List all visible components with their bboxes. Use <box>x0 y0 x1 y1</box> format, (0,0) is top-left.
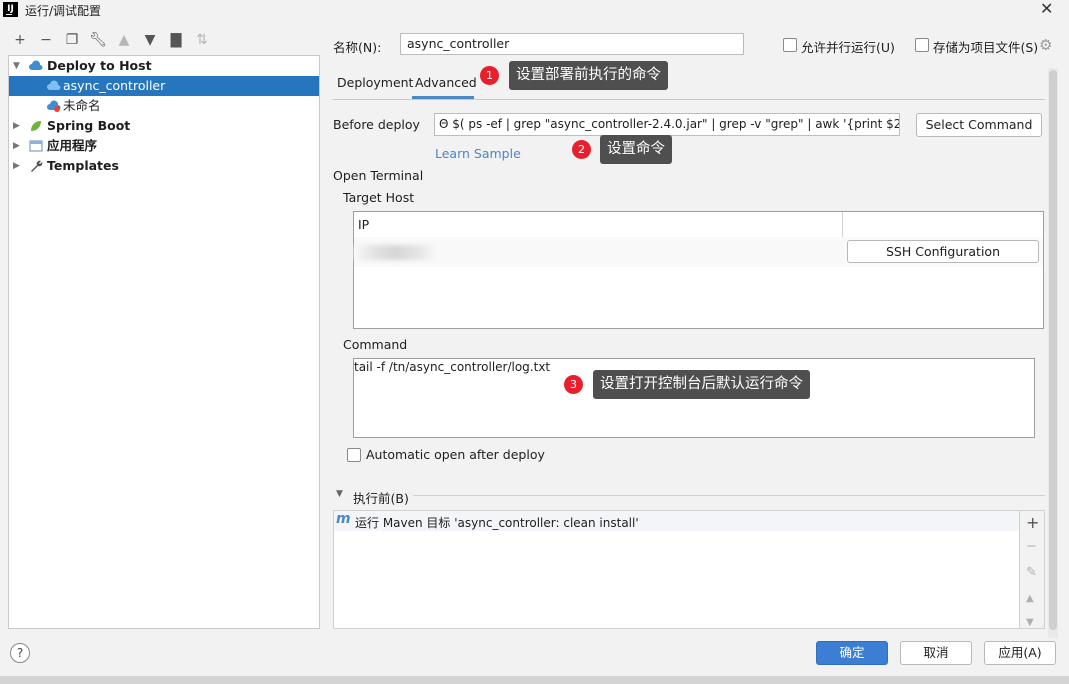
tree-item-templates[interactable]: ▶ Templates <box>9 156 319 176</box>
column-divider <box>842 212 843 237</box>
before-deploy-input[interactable]: Θ $( ps -ef | grep "async_controller-2.4… <box>434 113 900 136</box>
cloud-upload-icon <box>29 60 43 70</box>
name-label: 名称(N): <box>333 40 382 55</box>
command-text: tail -f /tn/async_controller/log.txt <box>354 360 551 374</box>
tabs-divider <box>333 99 1045 100</box>
move-down-icon[interactable]: ▼ <box>1026 617 1034 628</box>
chevron-down-icon[interactable]: ▼ <box>336 489 343 499</box>
move-down-icon[interactable]: ▼ <box>141 32 159 48</box>
application-window-icon <box>29 140 43 152</box>
cloud-error-icon <box>47 100 61 112</box>
tree-item-deploy-to-host[interactable]: ▼ Deploy to Host <box>9 56 319 76</box>
tree-item-label: async_controller <box>63 78 166 93</box>
gear-icon[interactable]: ⚙ <box>1039 36 1052 54</box>
sort-icon[interactable]: ⇅ <box>193 32 211 48</box>
name-input[interactable]: async_controller <box>400 33 744 55</box>
edit-pencil-icon[interactable]: ✎ <box>1026 565 1037 580</box>
annotation-tooltip-2: 设置命令 <box>600 135 672 164</box>
ip-column-header: IP <box>358 217 370 232</box>
before-launch-title: 执行前(B) <box>353 491 409 506</box>
before-launch-list: m 运行 Maven 目标 'async_controller: clean i… <box>333 510 1020 629</box>
list-item[interactable]: m 运行 Maven 目标 'async_controller: clean i… <box>334 511 1019 531</box>
store-as-file-checkbox[interactable] <box>915 38 929 52</box>
section-divider <box>413 495 1045 496</box>
move-up-icon[interactable]: ▲ <box>115 32 133 48</box>
annotation-badge-1: 1 <box>480 66 499 85</box>
learn-sample-link[interactable]: Learn Sample <box>435 146 521 161</box>
config-tree: ▼ Deploy to Host async_controller 未命名 ▶ … <box>8 55 320 629</box>
help-icon[interactable]: ? <box>10 643 30 663</box>
select-command-button[interactable]: Select Command <box>916 113 1042 137</box>
ssh-configuration-button[interactable]: SSH Configuration <box>847 240 1039 263</box>
before-launch-item-label: 运行 Maven 目标 'async_controller: clean ins… <box>355 516 639 530</box>
move-up-icon[interactable]: ▲ <box>1026 593 1034 604</box>
store-as-file-label: 存储为项目文件(S) <box>933 40 1039 55</box>
tree-item-application[interactable]: ▶ 应用程序 <box>9 136 319 156</box>
scrollbar-thumb[interactable] <box>1049 70 1057 630</box>
remove-icon[interactable]: − <box>37 32 55 48</box>
host-table: IP SSH Configuration <box>353 211 1044 329</box>
window-bottom-edge <box>0 676 1069 684</box>
maven-icon: m <box>336 511 351 527</box>
wrench-icon <box>31 160 43 172</box>
title-bar: IJ 运行/调试配置 ✕ <box>0 0 1069 20</box>
tree-item-label: 应用程序 <box>47 138 98 153</box>
cloud-upload-icon <box>47 80 61 90</box>
tree-item-label: Spring Boot <box>47 118 131 133</box>
allow-parallel-checkbox[interactable] <box>783 38 797 52</box>
auto-open-checkbox[interactable] <box>347 448 361 462</box>
auto-open-label: Automatic open after deploy <box>366 447 545 462</box>
tab-deployment[interactable]: Deployment <box>337 75 413 90</box>
annotation-tooltip-1: 设置部署前执行的命令 <box>509 61 668 90</box>
ok-button[interactable]: 确定 <box>816 641 888 665</box>
window-title: 运行/调试配置 <box>25 4 102 18</box>
redacted-ip <box>354 245 438 260</box>
chevron-right-icon[interactable]: ▶ <box>13 136 20 156</box>
annotation-badge-2: 2 <box>572 140 591 159</box>
tree-item-label: Templates <box>47 158 119 173</box>
host-table-header: IP <box>354 212 1043 238</box>
chevron-right-icon[interactable]: ▶ <box>13 116 20 136</box>
tree-item-async-controller[interactable]: async_controller <box>9 76 319 96</box>
chevron-down-icon[interactable]: ▼ <box>13 56 20 76</box>
folder-icon[interactable]: ▇ <box>167 32 185 48</box>
target-host-label: Target Host <box>343 190 415 205</box>
annotation-badge-3: 3 <box>564 375 583 394</box>
copy-icon[interactable]: ❐ <box>63 32 81 48</box>
allow-parallel-label: 允许并行运行(U) <box>801 40 895 55</box>
annotation-tooltip-3: 设置打开控制台后默认运行命令 <box>593 370 810 399</box>
command-label: Command <box>343 337 408 352</box>
tree-item-spring-boot[interactable]: ▶ Spring Boot <box>9 116 319 136</box>
tab-advanced[interactable]: Advanced <box>415 75 477 90</box>
tree-item-label: 未命名 <box>63 98 101 113</box>
host-table-row[interactable]: SSH Configuration <box>354 237 1043 267</box>
close-icon[interactable]: ✕ <box>1040 0 1053 18</box>
before-deploy-label: Before deploy <box>333 117 420 132</box>
before-launch-toolbar: + − ✎ ▲ ▼ <box>1020 510 1045 629</box>
tree-item-unnamed[interactable]: 未命名 <box>9 96 319 116</box>
apply-button[interactable]: 应用(A) <box>984 641 1056 665</box>
remove-icon[interactable]: − <box>1026 539 1037 554</box>
tree-item-label: Deploy to Host <box>47 58 152 73</box>
open-terminal-label: Open Terminal <box>333 168 424 183</box>
app-logo-icon: IJ <box>3 2 18 17</box>
cancel-button[interactable]: 取消 <box>900 641 972 665</box>
spring-leaf-icon <box>31 121 41 131</box>
add-icon[interactable]: + <box>11 32 29 48</box>
add-icon[interactable]: + <box>1026 513 1039 532</box>
wrench-icon[interactable]: 🔧︎ <box>89 32 107 48</box>
chevron-right-icon[interactable]: ▶ <box>13 156 20 176</box>
